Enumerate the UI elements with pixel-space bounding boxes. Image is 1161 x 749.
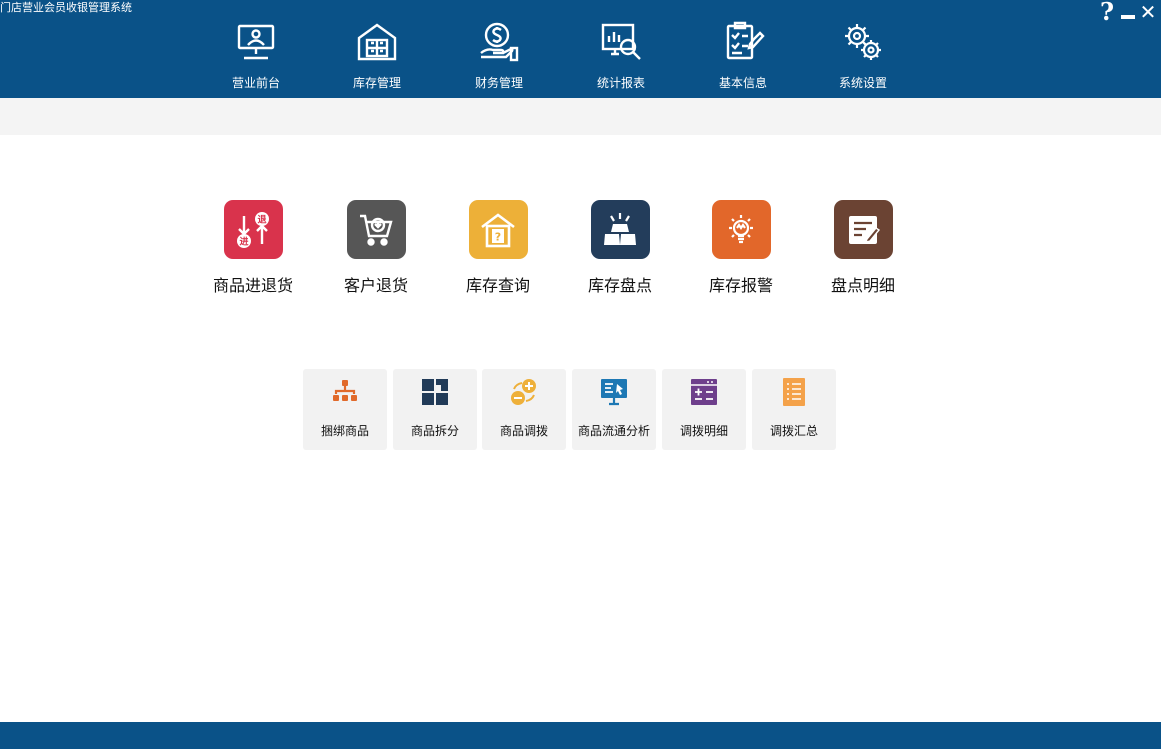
nav-label: 基本信息 — [718, 76, 767, 90]
subtile-transfer-summary[interactable]: 调拨汇总 — [752, 369, 836, 450]
gears-icon — [845, 24, 881, 60]
nav-item-inventory[interactable]: 库存管理 — [327, 20, 427, 96]
tile-icon-box — [346, 200, 406, 259]
subtile-label: 商品流通分析 — [577, 424, 650, 438]
nav-item-basic-info[interactable]: 基本信息 — [693, 20, 793, 96]
tile-stock-alarm[interactable]: 库存报警 — [686, 200, 796, 300]
subtile-bundle-goods[interactable]: 捆绑商品 — [303, 369, 387, 450]
split-blocks-icon — [422, 379, 448, 405]
subtile-label: 商品调拨 — [499, 424, 548, 438]
transfer-detail-icon — [691, 379, 717, 405]
svg-text:退: 退 — [257, 214, 266, 225]
report-chart-icon — [601, 23, 641, 60]
tile-goods-in-out[interactable]: 退 进 商品进退货 — [198, 200, 308, 300]
window-controls: ? ✕ — [1097, 0, 1157, 24]
cart-return-icon — [360, 214, 393, 246]
transfer-icon — [511, 379, 536, 405]
nav-item-settings[interactable]: 系统设置 — [813, 20, 913, 96]
tile-label: 库存报警 — [708, 276, 773, 295]
stock-boxes-icon — [604, 212, 636, 245]
subtile-circulation-analysis[interactable]: 商品流通分析 — [572, 369, 656, 450]
alarm-bulb-icon — [729, 214, 753, 243]
subtile-goods-transfer[interactable]: 商品调拨 — [482, 369, 566, 450]
checklist-icon — [726, 21, 765, 60]
tile-label: 盘点明细 — [830, 276, 895, 295]
nav-label: 财务管理 — [474, 76, 523, 90]
subtile-label: 商品拆分 — [410, 424, 459, 438]
tile-label: 库存盘点 — [587, 276, 652, 295]
svg-text:?: ? — [495, 230, 501, 243]
note-edit-icon — [849, 215, 881, 244]
tile-icon-box: ? — [468, 200, 528, 259]
subtile-goods-split[interactable]: 商品拆分 — [393, 369, 477, 450]
tile-icon-box — [590, 200, 650, 259]
tile-icon-box — [833, 200, 893, 259]
subtile-label: 调拨汇总 — [769, 424, 818, 438]
tile-stock-query[interactable]: ? 库存查询 — [443, 200, 553, 300]
minimize-button[interactable] — [1119, 0, 1137, 24]
tile-label: 商品进退货 — [212, 276, 293, 295]
nav-label: 库存管理 — [352, 76, 401, 90]
tile-count-detail[interactable]: 盘点明细 — [808, 200, 918, 300]
money-hand-icon — [480, 22, 519, 62]
close-button[interactable]: ✕ — [1139, 0, 1157, 24]
minimize-icon — [1121, 15, 1135, 19]
nav-item-reports[interactable]: 统计报表 — [571, 20, 671, 96]
subtile-transfer-detail[interactable]: 调拨明细 — [662, 369, 746, 450]
top-bar: 门店营业会员收银管理系统 营业前台 库存管理 财务管理 统计报表 基本信息 系统… — [0, 0, 1161, 98]
svg-text:进: 进 — [239, 235, 248, 247]
tile-icon-box — [711, 200, 771, 259]
nav-item-sales-front[interactable]: 营业前台 — [206, 20, 306, 96]
summary-list-icon — [783, 378, 805, 406]
in-out-icon: 退 进 — [237, 211, 269, 248]
nav-item-finance[interactable]: 财务管理 — [449, 20, 549, 96]
tile-label: 客户退货 — [343, 276, 408, 295]
tile-label: 库存查询 — [465, 276, 530, 295]
nav-label: 营业前台 — [231, 76, 280, 90]
footer-bar — [0, 722, 1161, 749]
warehouse-icon — [357, 23, 397, 61]
bundle-tree-icon — [333, 380, 357, 401]
tile-icon-box: 退 进 — [223, 200, 283, 259]
subtile-label: 捆绑商品 — [320, 424, 369, 438]
analysis-board-icon — [601, 379, 627, 406]
tile-stock-count[interactable]: 库存盘点 — [565, 200, 675, 300]
nav-label: 统计报表 — [596, 76, 645, 90]
monitor-user-icon — [237, 24, 275, 60]
sub-toolbar — [0, 98, 1161, 135]
subtile-label: 调拨明细 — [679, 424, 728, 438]
help-button[interactable]: ? — [1097, 0, 1117, 24]
main-nav: 营业前台 库存管理 财务管理 统计报表 基本信息 系统设置 — [0, 0, 1161, 98]
house-query-icon: ? — [481, 212, 515, 247]
nav-label: 系统设置 — [838, 76, 887, 90]
tile-customer-return[interactable]: 客户退货 — [321, 200, 431, 300]
